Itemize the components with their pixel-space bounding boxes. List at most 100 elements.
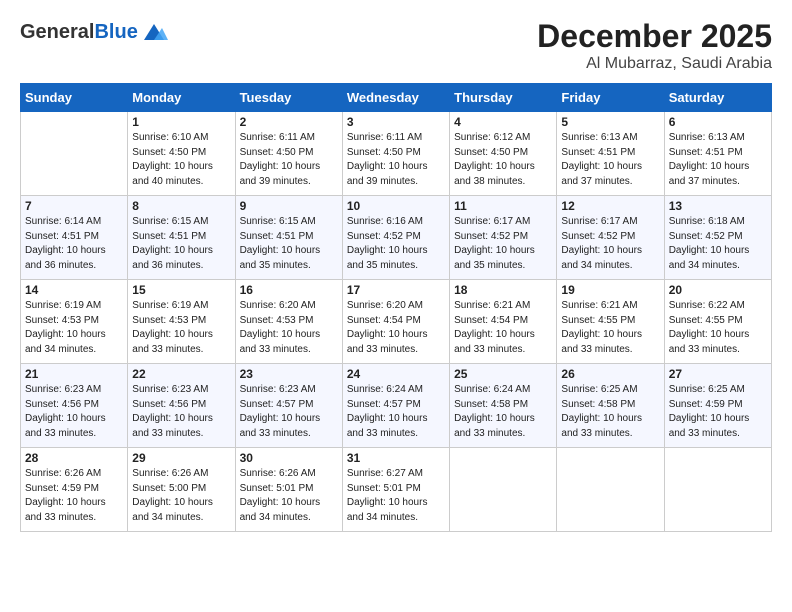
cell-info: Sunrise: 6:27 AMSunset: 5:01 PMDaylight:… xyxy=(347,467,445,525)
col-wednesday: Wednesday xyxy=(342,84,449,112)
calendar-cell: 9Sunrise: 6:15 AMSunset: 4:51 PMDaylight… xyxy=(235,196,342,280)
day-number: 24 xyxy=(347,367,445,381)
page: GeneralBlue December 2025 Al Mubarraz, S… xyxy=(0,0,792,612)
cell-info: Sunrise: 6:23 AMSunset: 4:56 PMDaylight:… xyxy=(132,383,230,441)
logo-blue-text: Blue xyxy=(94,21,137,43)
day-number: 17 xyxy=(347,283,445,297)
calendar-cell: 4 Sunrise: 6:12 AMSunset: 4:50 PMDaylight… xyxy=(450,112,557,196)
calendar-cell: 7Sunrise: 6:14 AMSunset: 4:51 PMDaylight… xyxy=(21,196,128,280)
day-number: 21 xyxy=(25,367,123,381)
cell-info: Sunrise: 6:25 AMSunset: 4:58 PMDaylight:… xyxy=(561,383,659,441)
cell-info: Sunrise: 6:23 AMSunset: 4:56 PMDaylight:… xyxy=(25,383,123,441)
cell-info: Sunrise: 6:13 AMSunset: 4:51 PMDaylight:… xyxy=(561,131,659,189)
location: Al Mubarraz, Saudi Arabia xyxy=(537,55,772,73)
calendar-cell: 20Sunrise: 6:22 AMSunset: 4:55 PMDayligh… xyxy=(664,280,771,364)
cell-info: Sunrise: 6:15 AMSunset: 4:51 PMDaylight:… xyxy=(132,215,230,273)
calendar-cell: 2Sunrise: 6:11 AMSunset: 4:50 PMDaylight… xyxy=(235,112,342,196)
day-number: 26 xyxy=(561,367,659,381)
col-friday: Friday xyxy=(557,84,664,112)
calendar-cell: 18 Sunrise: 6:21 AMSunset: 4:54 PMDayligh… xyxy=(450,280,557,364)
header-row: Sunday Monday Tuesday Wednesday Thursday… xyxy=(21,84,772,112)
day-number: 28 xyxy=(25,451,123,465)
day-number: 14 xyxy=(25,283,123,297)
calendar-cell xyxy=(450,448,557,532)
calendar-cell: 3 Sunrise: 6:11 AMSunset: 4:50 PMDaylight… xyxy=(342,112,449,196)
week-row-2: 7Sunrise: 6:14 AMSunset: 4:51 PMDaylight… xyxy=(21,196,772,280)
calendar-cell: 22 Sunrise: 6:23 AMSunset: 4:56 PMDayligh… xyxy=(128,364,235,448)
day-number: 25 xyxy=(454,367,552,381)
calendar-cell: 12Sunrise: 6:17 AMSunset: 4:52 PMDayligh… xyxy=(557,196,664,280)
calendar-cell: 30Sunrise: 6:26 AMSunset: 5:01 PMDayligh… xyxy=(235,448,342,532)
calendar-cell: 5 Sunrise: 6:13 AMSunset: 4:51 PMDaylight… xyxy=(557,112,664,196)
day-number: 3 xyxy=(347,115,445,129)
day-number: 9 xyxy=(240,199,338,213)
cell-info: Sunrise: 6:25 AMSunset: 4:59 PMDaylight:… xyxy=(669,383,767,441)
day-number: 16 xyxy=(240,283,338,297)
day-number: 30 xyxy=(240,451,338,465)
day-number: 8 xyxy=(132,199,230,213)
day-number: 5 xyxy=(561,115,659,129)
cell-info: Sunrise: 6:17 AMSunset: 4:52 PMDaylight:… xyxy=(454,215,552,273)
calendar-cell: 8 Sunrise: 6:15 AMSunset: 4:51 PMDaylight… xyxy=(128,196,235,280)
cell-info: Sunrise: 6:26 AMSunset: 5:00 PMDaylight:… xyxy=(132,467,230,525)
month-title: December 2025 xyxy=(537,18,772,55)
week-row-3: 14 Sunrise: 6:19 AMSunset: 4:53 PMDayligh… xyxy=(21,280,772,364)
cell-info: Sunrise: 6:21 AMSunset: 4:55 PMDaylight:… xyxy=(561,299,659,357)
day-number: 4 xyxy=(454,115,552,129)
day-number: 1 xyxy=(132,115,230,129)
col-tuesday: Tuesday xyxy=(235,84,342,112)
cell-info: Sunrise: 6:24 AMSunset: 4:58 PMDaylight:… xyxy=(454,383,552,441)
day-number: 29 xyxy=(132,451,230,465)
cell-info: Sunrise: 6:19 AMSunset: 4:53 PMDaylight:… xyxy=(132,299,230,357)
calendar-cell: 29 Sunrise: 6:26 AMSunset: 5:00 PMDayligh… xyxy=(128,448,235,532)
calendar-cell: 10 Sunrise: 6:16 AMSunset: 4:52 PMDayligh… xyxy=(342,196,449,280)
day-number: 15 xyxy=(132,283,230,297)
calendar-cell: 25 Sunrise: 6:24 AMSunset: 4:58 PMDayligh… xyxy=(450,364,557,448)
day-number: 10 xyxy=(347,199,445,213)
calendar-cell: 24 Sunrise: 6:24 AMSunset: 4:57 PMDayligh… xyxy=(342,364,449,448)
cell-info: Sunrise: 6:19 AMSunset: 4:53 PMDaylight:… xyxy=(25,299,123,357)
cell-info: Sunrise: 6:13 AMSunset: 4:51 PMDaylight:… xyxy=(669,131,767,189)
day-number: 6 xyxy=(669,115,767,129)
calendar-cell xyxy=(21,112,128,196)
calendar-cell: 6 Sunrise: 6:13 AMSunset: 4:51 PMDaylight… xyxy=(664,112,771,196)
calendar-cell: 16 Sunrise: 6:20 AMSunset: 4:53 PMDayligh… xyxy=(235,280,342,364)
calendar-cell: 27 Sunrise: 6:25 AMSunset: 4:59 PMDayligh… xyxy=(664,364,771,448)
day-number: 19 xyxy=(561,283,659,297)
col-monday: Monday xyxy=(128,84,235,112)
col-saturday: Saturday xyxy=(664,84,771,112)
cell-info: Sunrise: 6:18 AMSunset: 4:52 PMDaylight:… xyxy=(669,215,767,273)
calendar-cell: 11 Sunrise: 6:17 AMSunset: 4:52 PMDayligh… xyxy=(450,196,557,280)
cell-info: Sunrise: 6:23 AMSunset: 4:57 PMDaylight:… xyxy=(240,383,338,441)
cell-info: Sunrise: 6:20 AMSunset: 4:53 PMDaylight:… xyxy=(240,299,338,357)
day-number: 31 xyxy=(347,451,445,465)
cell-info: Sunrise: 6:12 AMSunset: 4:50 PMDaylight:… xyxy=(454,131,552,189)
col-sunday: Sunday xyxy=(21,84,128,112)
day-number: 27 xyxy=(669,367,767,381)
calendar-cell: 13 Sunrise: 6:18 AMSunset: 4:52 PMDayligh… xyxy=(664,196,771,280)
calendar-cell xyxy=(664,448,771,532)
day-number: 11 xyxy=(454,199,552,213)
logo-general-text: General xyxy=(20,21,94,43)
day-number: 22 xyxy=(132,367,230,381)
day-number: 20 xyxy=(669,283,767,297)
day-number: 18 xyxy=(454,283,552,297)
day-number: 23 xyxy=(240,367,338,381)
day-number: 13 xyxy=(669,199,767,213)
cell-info: Sunrise: 6:16 AMSunset: 4:52 PMDaylight:… xyxy=(347,215,445,273)
cell-info: Sunrise: 6:24 AMSunset: 4:57 PMDaylight:… xyxy=(347,383,445,441)
week-row-1: 1Sunrise: 6:10 AMSunset: 4:50 PMDaylight… xyxy=(21,112,772,196)
calendar-cell: 23 Sunrise: 6:23 AMSunset: 4:57 PMDayligh… xyxy=(235,364,342,448)
cell-info: Sunrise: 6:11 AMSunset: 4:50 PMDaylight:… xyxy=(240,131,338,189)
week-row-4: 21 Sunrise: 6:23 AMSunset: 4:56 PMDayligh… xyxy=(21,364,772,448)
cell-info: Sunrise: 6:11 AMSunset: 4:50 PMDaylight:… xyxy=(347,131,445,189)
calendar-table: Sunday Monday Tuesday Wednesday Thursday… xyxy=(20,83,772,532)
logo: GeneralBlue xyxy=(20,18,168,46)
calendar-cell: 15 Sunrise: 6:19 AMSunset: 4:53 PMDayligh… xyxy=(128,280,235,364)
week-row-5: 28 Sunrise: 6:26 AMSunset: 4:59 PMDayligh… xyxy=(21,448,772,532)
day-number: 7 xyxy=(25,199,123,213)
cell-info: Sunrise: 6:26 AMSunset: 4:59 PMDaylight:… xyxy=(25,467,123,525)
calendar-cell xyxy=(557,448,664,532)
calendar-cell: 28 Sunrise: 6:26 AMSunset: 4:59 PMDayligh… xyxy=(21,448,128,532)
cell-info: Sunrise: 6:21 AMSunset: 4:54 PMDaylight:… xyxy=(454,299,552,357)
